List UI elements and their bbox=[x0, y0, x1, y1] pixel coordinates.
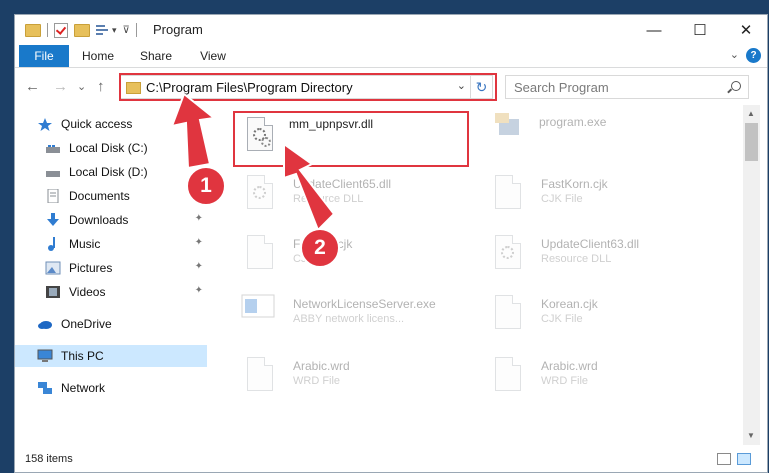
callout-badge-2: 2 bbox=[300, 228, 340, 268]
callout-arrows bbox=[170, 92, 336, 232]
arrow-two bbox=[283, 142, 336, 232]
arrow-one bbox=[170, 92, 217, 170]
callout-badge-1: 1 bbox=[186, 166, 226, 206]
